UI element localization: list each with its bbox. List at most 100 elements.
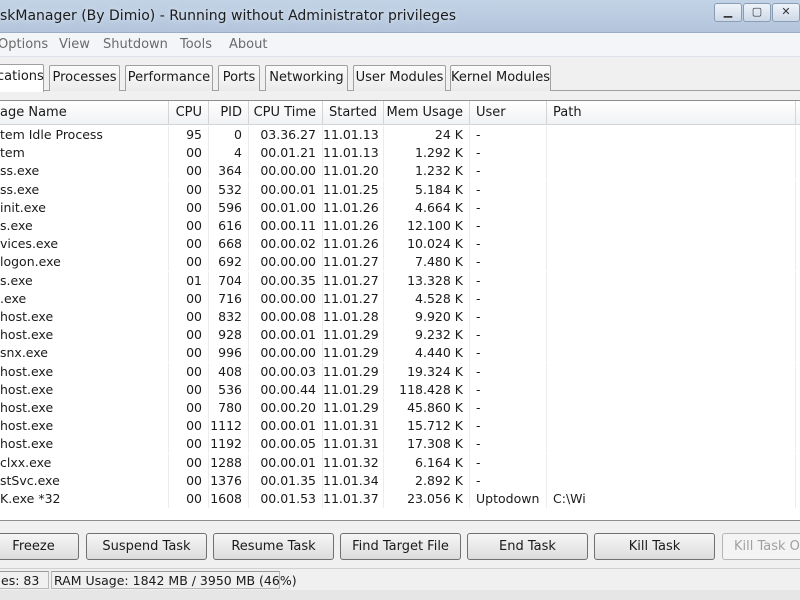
cell-started: 11.01.31	[323, 417, 384, 436]
cell-user: -	[470, 180, 547, 199]
cell-user: -	[470, 453, 547, 472]
cell-pid: 1192	[209, 435, 249, 454]
close-button[interactable]: ✕	[772, 3, 800, 22]
tab-networking[interactable]: Networking	[265, 65, 348, 91]
table-row[interactable]: s.exe 01 704 00.00.35 11.01.27 13.328 K-	[0, 271, 800, 290]
minimize-button[interactable]: ▁	[714, 3, 742, 22]
find-target-file-button[interactable]: Find Target File	[340, 533, 461, 560]
table-row[interactable]: s.exe 00 616 00.00.11 11.01.26 12.100 K-	[0, 217, 800, 235]
tab-kernel-modules[interactable]: Kernel Modules	[450, 65, 551, 91]
tab-applications[interactable]: cations	[0, 64, 44, 92]
cell-cpu: 00	[169, 453, 209, 472]
table-row[interactable]: ss.exe 00 532 00.00.01 11.01.25 5.184 K-	[0, 180, 800, 199]
cell-path	[547, 235, 796, 254]
column-header-image-name[interactable]: age Name	[0, 101, 169, 125]
column-header-pid[interactable]: PID	[209, 101, 249, 125]
suspend-task-button[interactable]: Suspend Task	[86, 533, 207, 560]
table-row[interactable]: host.exe 00 1112 00.00.01 11.01.31 15.712 K-	[0, 417, 800, 436]
cell-image-name: vices.exe	[0, 235, 169, 254]
table-row[interactable]: host.exe 00 832 00.00.08 11.01.28 9.920 K-	[0, 308, 800, 326]
cell-started: 11.01.13	[323, 144, 384, 163]
kill-task-button[interactable]: Kill Task	[594, 533, 715, 560]
column-header-started[interactable]: Started	[323, 101, 384, 125]
table-row[interactable]: ss.exe 00 364 00.00.00 11.01.20 1.232 K-	[0, 162, 800, 181]
process-table: age Name CPU PID CPU Time Started Mem Us…	[0, 100, 800, 521]
cell-pid: 0	[209, 126, 249, 144]
table-row[interactable]: logon.exe 00 692 00.00.00 11.01.27 7.480 K-	[0, 253, 800, 272]
resume-task-button[interactable]: Resume Task	[213, 533, 334, 560]
column-header-cpu[interactable]: CPU	[169, 101, 209, 125]
table-row[interactable]: snx.exe 00 996 00.00.00 11.01.29 4.440 K-	[0, 344, 800, 363]
tab-performance[interactable]: Performance	[125, 65, 213, 91]
cell-mem-usage: 1.232 K	[384, 162, 470, 181]
cell-cpu-time: 03.36.27	[249, 126, 323, 144]
cell-path	[547, 362, 796, 381]
cell-path	[547, 380, 796, 399]
menu-about[interactable]: About	[229, 37, 267, 52]
cell-cpu: 00	[169, 344, 209, 363]
cell-pid: 1376	[209, 471, 249, 490]
cell-image-name: host.exe	[0, 435, 169, 454]
table-row[interactable]: host.exe 00 408 00.00.03 11.01.29 19.324 K-	[0, 362, 800, 381]
tab-user-modules[interactable]: User Modules	[353, 65, 446, 91]
cell-mem-usage: 4.528 K	[384, 289, 470, 308]
restore-button[interactable]: ▢	[743, 3, 771, 22]
menu-tools[interactable]: Tools	[180, 37, 212, 52]
column-header-user[interactable]: User	[470, 101, 547, 125]
column-header-path[interactable]: Path	[547, 101, 796, 125]
end-task-button[interactable]: End Task	[467, 533, 588, 560]
table-row[interactable]: host.exe 00 928 00.00.01 11.01.29 9.232 K-	[0, 326, 800, 345]
menu-options[interactable]: Options	[0, 37, 48, 52]
cell-mem-usage: 1.292 K	[384, 144, 470, 163]
cell-cpu: 00	[169, 362, 209, 381]
table-row[interactable]: host.exe 00 780 00.00.20 11.01.29 45.860 K-	[0, 399, 800, 417]
cell-started: 11.01.25	[323, 180, 384, 199]
cell-cpu-time: 00.00.35	[249, 271, 323, 290]
cell-path	[547, 417, 796, 436]
cell-started: 11.01.29	[323, 399, 384, 417]
table-row[interactable]: tem 00 4 00.01.21 11.01.13 1.292 K-	[0, 144, 800, 163]
process-count: es: 83	[0, 571, 49, 589]
freeze-button[interactable]: Freeze	[0, 533, 79, 560]
table-row[interactable]: host.exe 00 1192 00.00.05 11.01.31 17.308 K-	[0, 435, 800, 454]
cell-user: -	[470, 289, 547, 308]
cell-image-name: host.exe	[0, 399, 169, 417]
cell-cpu-time: 00.00.00	[249, 253, 323, 272]
menu-view[interactable]: View	[59, 37, 90, 52]
cell-cpu-time: 00.00.05	[249, 435, 323, 454]
table-row[interactable]: .exe 00 716 00.00.00 11.01.27 4.528 K-	[0, 289, 800, 308]
table-row[interactable]: vices.exe 00 668 00.00.02 11.01.26 10.024 K-	[0, 235, 800, 254]
cell-cpu: 00	[169, 162, 209, 181]
cell-cpu-time: 00.00.01	[249, 417, 323, 436]
menu-bar: Options View Shutdown Tools About	[0, 33, 800, 57]
column-header-mem-usage[interactable]: Mem Usage	[384, 101, 470, 125]
tab-ports[interactable]: Ports	[218, 65, 260, 91]
table-row[interactable]: tem Idle Process 95 0 03.36.27 11.01.13 24 K-	[0, 126, 800, 144]
cell-cpu: 00	[169, 490, 209, 508]
cell-mem-usage: 4.440 K	[384, 344, 470, 363]
table-row[interactable]: stSvc.exe 00 1376 00.01.35 11.01.34 2.892 K-	[0, 471, 800, 490]
tab-processes[interactable]: Processes	[49, 65, 120, 91]
cell-image-name: host.exe	[0, 326, 169, 345]
cell-cpu: 00	[169, 417, 209, 436]
window-bottom-edge	[0, 590, 800, 600]
cell-user: -	[470, 380, 547, 399]
table-row[interactable]: K.exe *32 00 1608 00.01.53 11.01.37 23.056 KU…	[0, 490, 800, 508]
cell-image-name: host.exe	[0, 417, 169, 436]
table-row[interactable]: clxx.exe 00 1288 00.00.01 11.01.32 6.164 K-	[0, 453, 800, 472]
cell-cpu-time: 00.01.00	[249, 198, 323, 217]
kill-task-over-button[interactable]: Kill Task Ov	[722, 533, 800, 560]
cell-user: -	[470, 344, 547, 363]
cell-pid: 780	[209, 399, 249, 417]
cell-user: -	[470, 235, 547, 254]
cell-mem-usage: 24 K	[384, 126, 470, 144]
cell-pid: 668	[209, 235, 249, 254]
cell-pid: 716	[209, 289, 249, 308]
button-bar: Freeze Suspend Task Resume Task Find Tar…	[0, 522, 800, 568]
cell-started: 11.01.27	[323, 271, 384, 290]
table-row[interactable]: host.exe 00 536 00.00.44 11.01.29 118.428 K-	[0, 380, 800, 399]
menu-shutdown[interactable]: Shutdown	[103, 37, 168, 52]
column-header-cpu-time[interactable]: CPU Time	[249, 101, 323, 125]
table-row[interactable]: init.exe 00 596 00.01.00 11.01.26 4.664 K-	[0, 198, 800, 217]
cell-user: -	[470, 435, 547, 454]
